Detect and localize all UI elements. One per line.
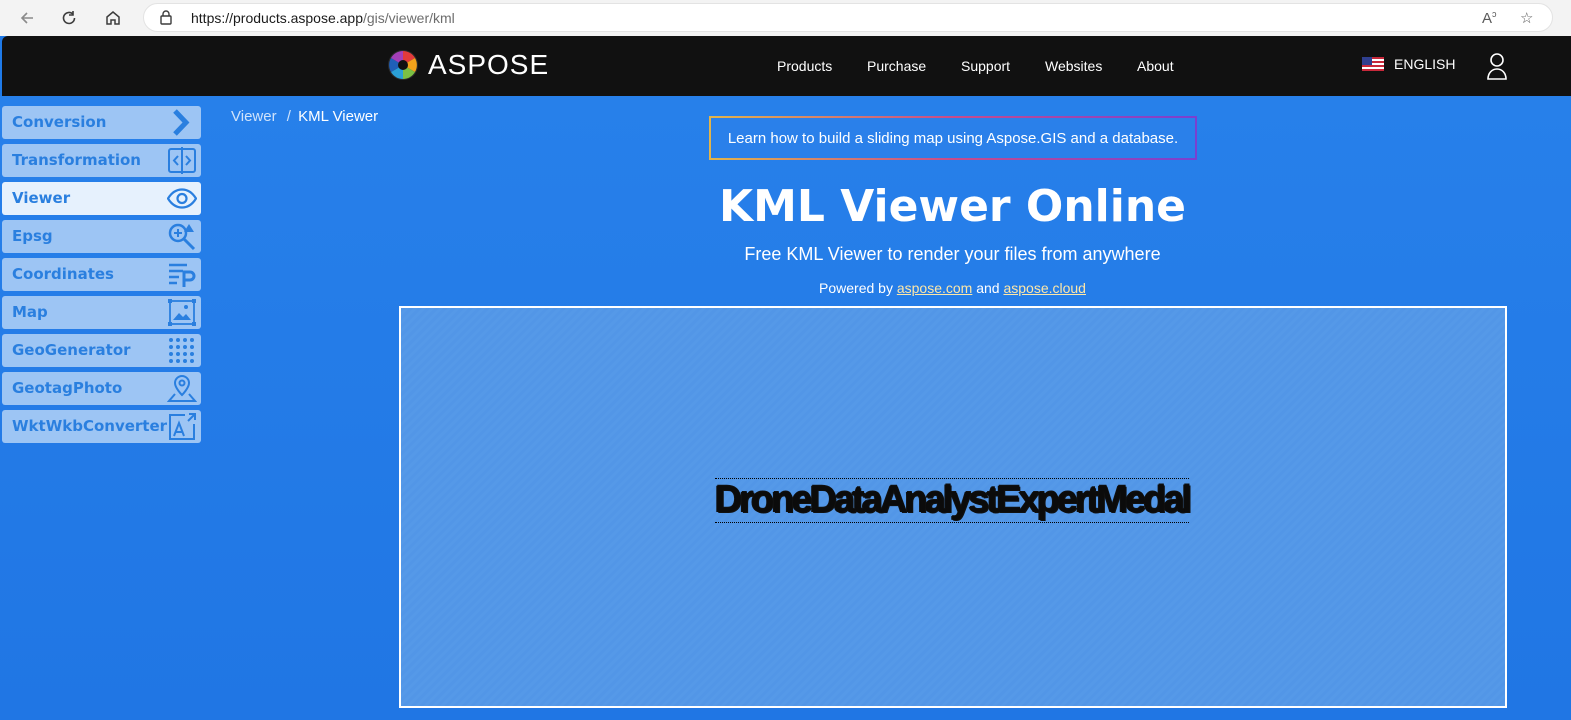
nav-support[interactable]: Support bbox=[961, 58, 1010, 74]
chevron-right-icon bbox=[173, 109, 190, 136]
nav-products[interactable]: Products bbox=[777, 58, 832, 74]
site-header: ASPOSE Products Purchase Support Website… bbox=[2, 36, 1571, 96]
url-text: https://products.aspose.app/gis/viewer/k… bbox=[191, 10, 455, 26]
breadcrumb-current: KML Viewer bbox=[298, 108, 379, 125]
split-panel-icon bbox=[168, 147, 196, 174]
sidebar-item-geogenerator[interactable]: GeoGenerator bbox=[2, 334, 201, 367]
sidebar-item-label: Map bbox=[12, 303, 48, 321]
nav-about[interactable]: About bbox=[1137, 58, 1174, 74]
breadcrumb-separator: / bbox=[286, 108, 291, 125]
map-feature-text: DroneDataAnalystExpertMedal bbox=[714, 478, 1192, 523]
nav-websites[interactable]: Websites bbox=[1045, 58, 1102, 74]
sidebar-item-label: Conversion bbox=[12, 113, 107, 131]
aspose-cloud-link[interactable]: aspose.cloud bbox=[1003, 280, 1086, 296]
aspose-logo[interactable]: ASPOSE bbox=[386, 48, 549, 82]
url-host: https://products.aspose.app bbox=[191, 10, 363, 26]
us-flag-icon bbox=[1362, 57, 1384, 71]
user-icon[interactable] bbox=[1486, 52, 1508, 85]
map-pin-icon bbox=[167, 374, 197, 402]
nav-purchase[interactable]: Purchase bbox=[867, 58, 926, 74]
breadcrumb-viewer[interactable]: Viewer bbox=[231, 108, 277, 125]
back-icon[interactable] bbox=[12, 3, 42, 33]
sidebar-item-geotagphoto[interactable]: GeotagPhoto bbox=[2, 372, 201, 405]
brand-name: ASPOSE bbox=[428, 49, 550, 80]
text-convert-icon bbox=[169, 413, 196, 440]
sidebar-item-wktwkbconverter[interactable]: WktWkbConverter bbox=[2, 410, 201, 443]
sidebar-item-conversion[interactable]: Conversion bbox=[2, 106, 201, 139]
favorite-star-icon[interactable]: ☆ bbox=[1520, 9, 1533, 27]
language-label: ENGLISH bbox=[1394, 56, 1456, 72]
read-aloud-icon[interactable]: Aↄ bbox=[1482, 9, 1497, 27]
aspose-com-link[interactable]: aspose.com bbox=[897, 280, 972, 296]
powered-by-conjunction: and bbox=[976, 280, 1000, 296]
sidebar-item-label: GeoGenerator bbox=[12, 341, 131, 359]
main-content: Conversion Transformation Viewer Epsg Co… bbox=[0, 96, 1571, 720]
powered-by: Powered by aspose.com and aspose.cloud bbox=[0, 280, 1571, 296]
map-render-text: DroneDataAnalystExpertMedal bbox=[401, 478, 1505, 523]
sidebar-item-label: GeotagPhoto bbox=[12, 379, 123, 397]
address-bar[interactable]: https://products.aspose.app/gis/viewer/k… bbox=[143, 3, 1553, 32]
dot-grid-icon bbox=[169, 338, 194, 363]
refresh-icon[interactable] bbox=[54, 3, 84, 33]
browser-toolbar: https://products.aspose.app/gis/viewer/k… bbox=[0, 0, 1571, 36]
sidebar-item-label: WktWkbConverter bbox=[12, 417, 168, 435]
sidebar-item-transformation[interactable]: Transformation bbox=[2, 144, 201, 177]
powered-by-prefix: Powered by bbox=[819, 280, 893, 296]
url-path: /gis/viewer/kml bbox=[363, 10, 455, 26]
sidebar-item-label: Transformation bbox=[12, 151, 141, 169]
home-icon[interactable] bbox=[98, 3, 128, 33]
map-image-icon bbox=[168, 299, 196, 326]
kml-map-viewer[interactable]: DroneDataAnalystExpertMedal bbox=[399, 306, 1507, 708]
sidebar-item-map[interactable]: Map bbox=[2, 296, 201, 329]
lock-icon[interactable] bbox=[160, 10, 172, 30]
page-title: KML Viewer Online bbox=[718, 181, 1186, 232]
promo-banner[interactable]: Learn how to build a sliding map using A… bbox=[709, 116, 1197, 160]
aspose-logo-icon bbox=[388, 50, 418, 80]
language-selector[interactable]: ENGLISH bbox=[1362, 56, 1455, 72]
breadcrumb: Viewer / KML Viewer bbox=[231, 108, 378, 125]
page-subtitle: Free KML Viewer to render your files fro… bbox=[744, 244, 1161, 264]
